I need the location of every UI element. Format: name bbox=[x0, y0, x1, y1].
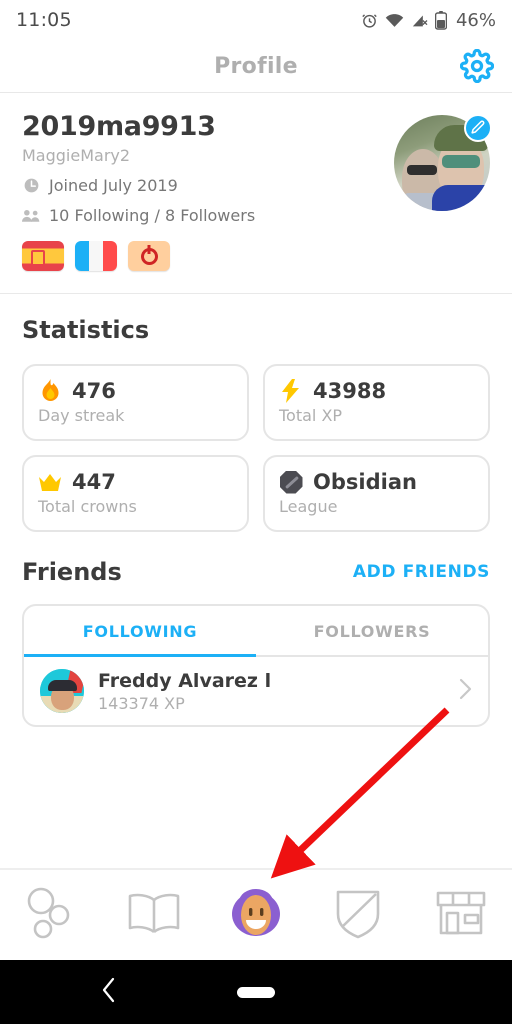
stat-card-total-crowns: 447 Total crowns bbox=[22, 455, 249, 532]
stat-label: League bbox=[279, 497, 338, 516]
tab-following[interactable]: FOLLOWING bbox=[24, 606, 256, 657]
shield-icon bbox=[334, 887, 382, 943]
alarm-icon bbox=[361, 12, 378, 29]
friend-xp: 143374 XP bbox=[98, 693, 185, 713]
joined-text: Joined July 2019 bbox=[49, 176, 178, 195]
people-icon bbox=[22, 208, 40, 223]
friends-tabs: FOLLOWING FOLLOWERS bbox=[24, 606, 488, 657]
friends-header: Friends ADD FRIENDS bbox=[22, 558, 490, 586]
tab-followers[interactable]: FOLLOWERS bbox=[256, 606, 488, 657]
android-navigation-bar bbox=[0, 960, 512, 1024]
nav-stories[interactable] bbox=[118, 884, 190, 946]
app-screen: 11:05 46% Profile 2019ma9913 MaggieMary2… bbox=[0, 0, 512, 1024]
statistics-header: Statistics bbox=[22, 316, 490, 344]
stat-value: 447 bbox=[72, 470, 116, 494]
status-bar: 11:05 46% bbox=[0, 0, 512, 40]
battery-percent: 46% bbox=[455, 9, 496, 31]
stat-card-total-xp: 43988 Total XP bbox=[263, 364, 490, 441]
app-bar: Profile bbox=[0, 40, 512, 93]
french-flag[interactable] bbox=[75, 241, 117, 271]
followers-text: 10 Following / 8 Followers bbox=[49, 206, 256, 225]
bottom-navigation bbox=[0, 868, 512, 960]
pencil-icon bbox=[471, 119, 485, 138]
edit-avatar-button[interactable] bbox=[464, 114, 492, 142]
add-friends-button[interactable]: ADD FRIENDS bbox=[353, 562, 490, 582]
battery-icon bbox=[434, 10, 447, 30]
home-pill-icon[interactable] bbox=[237, 986, 275, 998]
nav-learn[interactable] bbox=[15, 884, 87, 946]
statistics-grid: 476 Day streak 43988 Total XP 447 Total … bbox=[22, 364, 490, 532]
course-flags bbox=[22, 241, 490, 271]
wifi-icon bbox=[385, 13, 404, 28]
friends-panel: FOLLOWING FOLLOWERS Freddy Alvarez l 143… bbox=[22, 604, 490, 727]
flame-icon bbox=[38, 379, 62, 403]
stat-value: Obsidian bbox=[313, 470, 417, 494]
avatar-face-icon bbox=[229, 888, 283, 942]
stat-label: Total XP bbox=[279, 406, 343, 425]
scroll-content[interactable]: 2019ma9913 MaggieMary2 Joined July 2019 bbox=[0, 93, 512, 888]
profile-header: 2019ma9913 MaggieMary2 Joined July 2019 bbox=[0, 93, 512, 294]
obsidian-badge-icon bbox=[279, 470, 303, 494]
lightning-bolt-icon bbox=[279, 379, 303, 403]
chevron-right-icon bbox=[459, 678, 472, 704]
page-title: Profile bbox=[214, 53, 298, 79]
circles-path-icon bbox=[23, 886, 79, 944]
statistics-title: Statistics bbox=[22, 316, 150, 344]
chevron-left-icon[interactable] bbox=[100, 976, 118, 1008]
store-icon bbox=[435, 889, 487, 941]
statistics-section: Statistics 476 Day streak 43988 Total XP… bbox=[0, 294, 512, 532]
open-book-icon bbox=[127, 891, 181, 939]
status-time: 11:05 bbox=[16, 9, 72, 31]
clock-icon bbox=[22, 178, 40, 193]
klingon-flag[interactable] bbox=[128, 241, 170, 271]
nav-leagues[interactable] bbox=[322, 884, 394, 946]
stat-value: 476 bbox=[72, 379, 116, 403]
list-item[interactable]: Freddy Alvarez l 143374 XP bbox=[24, 657, 488, 725]
nav-profile[interactable] bbox=[220, 884, 292, 946]
avatar[interactable] bbox=[394, 114, 492, 211]
settings-button[interactable] bbox=[459, 48, 495, 84]
friends-section: Friends ADD FRIENDS FOLLOWING FOLLOWERS … bbox=[0, 532, 512, 727]
friends-title: Friends bbox=[22, 558, 122, 586]
stat-value: 43988 bbox=[313, 379, 387, 403]
stat-card-day-streak: 476 Day streak bbox=[22, 364, 249, 441]
stat-label: Day streak bbox=[38, 406, 125, 425]
status-icon-group: 46% bbox=[361, 10, 496, 31]
cellular-off-icon bbox=[411, 13, 428, 28]
stat-label: Total crowns bbox=[38, 497, 137, 516]
spanish-flag[interactable] bbox=[22, 241, 64, 271]
friend-avatar bbox=[40, 669, 84, 713]
stat-card-league: Obsidian League bbox=[263, 455, 490, 532]
gear-icon bbox=[459, 48, 495, 87]
crown-icon bbox=[38, 470, 62, 494]
friend-name: Freddy Alvarez l bbox=[98, 669, 272, 692]
nav-shop[interactable] bbox=[425, 884, 497, 946]
